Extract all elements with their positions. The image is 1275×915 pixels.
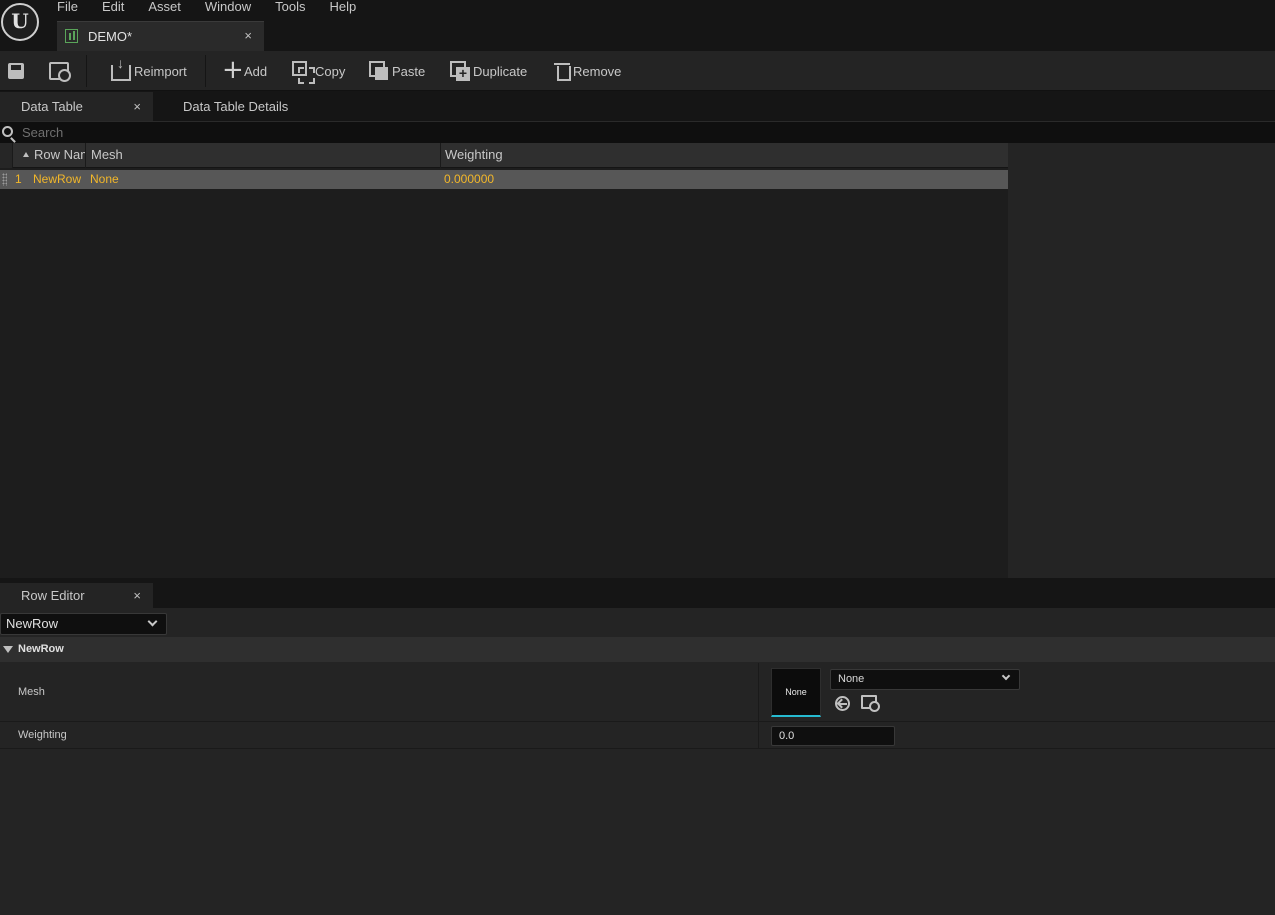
weighting-cell: 0.000000 bbox=[444, 172, 495, 186]
column-header-row-name[interactable]: Row Name bbox=[13, 143, 86, 168]
search-input[interactable] bbox=[22, 123, 1222, 142]
add-label: Add bbox=[244, 63, 268, 79]
chevron-down-icon bbox=[147, 616, 158, 627]
tab-data-table-label: Data Table bbox=[21, 99, 83, 114]
drag-handle-icon[interactable] bbox=[2, 173, 7, 186]
mesh-asset-value: None bbox=[838, 673, 865, 685]
category-title: NewRow bbox=[18, 643, 64, 655]
expand-arrow-icon[interactable] bbox=[3, 646, 13, 653]
document-tab[interactable]: DEMO* × bbox=[57, 21, 264, 51]
toolbar-separator bbox=[86, 55, 87, 87]
duplicate-label: Duplicate bbox=[473, 63, 528, 79]
mesh-asset-picker[interactable]: None bbox=[830, 669, 1020, 690]
table-header: Row Name Mesh Weighting bbox=[0, 143, 1008, 168]
menu-asset[interactable]: Asset bbox=[148, 0, 181, 16]
paste-button[interactable]: Paste bbox=[369, 51, 425, 91]
property-label-weighting: Weighting bbox=[18, 729, 67, 741]
property-row-mesh: Mesh None None bbox=[0, 663, 1275, 722]
row-select-value: NewRow bbox=[6, 616, 59, 631]
row-index: 1 bbox=[15, 172, 22, 186]
row-editor-panel: NewRow NewRow Mesh None None Weighting bbox=[0, 608, 1275, 915]
menu-help[interactable]: Help bbox=[329, 0, 356, 16]
property-divider[interactable] bbox=[758, 663, 759, 721]
copy-icon bbox=[292, 61, 315, 84]
close-icon[interactable]: × bbox=[133, 583, 141, 608]
title-bar: U File Edit Asset Window Tools Help DEMO… bbox=[0, 0, 1275, 51]
panel-tab-strip: Data Table × Data Table Details bbox=[0, 92, 1275, 121]
reimport-label: Reimport bbox=[134, 63, 187, 79]
tab-data-table[interactable]: Data Table × bbox=[0, 92, 153, 121]
menu-edit[interactable]: Edit bbox=[102, 0, 124, 16]
reimport-icon bbox=[111, 55, 131, 81]
chevron-down-icon bbox=[1001, 671, 1011, 681]
column-header-weighting[interactable]: Weighting bbox=[441, 143, 1008, 168]
column-header-label: Row Name bbox=[34, 147, 85, 162]
close-icon[interactable]: × bbox=[133, 92, 141, 121]
property-label-mesh: Mesh bbox=[18, 686, 45, 698]
toolbar: Reimport Add Copy Paste Duplicate Remove bbox=[0, 51, 1275, 91]
property-divider[interactable] bbox=[758, 722, 759, 748]
tab-row-editor[interactable]: Row Editor × bbox=[0, 583, 153, 608]
datatable-icon bbox=[65, 29, 78, 43]
paste-label: Paste bbox=[392, 63, 426, 79]
row-number-header bbox=[0, 143, 13, 168]
browse-icon bbox=[49, 62, 71, 82]
add-button[interactable]: Add bbox=[221, 51, 267, 91]
row-select-dropdown[interactable]: NewRow bbox=[0, 613, 167, 635]
row-name-cell: NewRow bbox=[33, 172, 82, 186]
tab-data-table-details-label: Data Table Details bbox=[183, 99, 289, 114]
menu-window[interactable]: Window bbox=[205, 0, 251, 16]
browse-icon[interactable] bbox=[861, 695, 880, 712]
remove-button[interactable]: Remove bbox=[554, 51, 621, 91]
trash-icon bbox=[554, 62, 571, 81]
copy-label: Copy bbox=[315, 63, 346, 79]
duplicate-icon bbox=[450, 61, 470, 81]
data-table: Row Name Mesh Weighting 1 NewRow None 0.… bbox=[0, 143, 1008, 578]
tab-row-editor-label: Row Editor bbox=[21, 588, 85, 603]
row-editor-tab-strip: Row Editor × bbox=[0, 583, 1275, 608]
toolbar-separator bbox=[205, 55, 206, 87]
column-header-mesh[interactable]: Mesh bbox=[86, 143, 441, 168]
sort-ascending-icon bbox=[23, 152, 29, 157]
duplicate-button[interactable]: Duplicate bbox=[450, 51, 527, 91]
use-selected-icon[interactable] bbox=[835, 696, 850, 711]
property-row-weighting: Weighting bbox=[0, 722, 1275, 749]
category-header[interactable]: NewRow bbox=[0, 637, 1275, 662]
mesh-thumbnail[interactable]: None bbox=[771, 668, 821, 717]
unreal-logo-icon[interactable]: U bbox=[1, 3, 39, 41]
paste-icon bbox=[369, 61, 389, 81]
column-header-label: Weighting bbox=[445, 147, 503, 162]
menu-bar: File Edit Asset Window Tools Help bbox=[57, 0, 380, 16]
save-icon bbox=[8, 63, 24, 79]
remove-label: Remove bbox=[573, 63, 622, 79]
mesh-thumbnail-label: None bbox=[785, 687, 807, 697]
close-icon[interactable]: × bbox=[244, 28, 252, 43]
mesh-cell: None bbox=[90, 172, 119, 186]
browse-to-asset-button[interactable] bbox=[49, 51, 72, 91]
weighting-input[interactable] bbox=[771, 726, 895, 746]
table-row[interactable]: 1 NewRow None 0.000000 bbox=[0, 170, 1008, 189]
document-tab-title: DEMO* bbox=[88, 29, 133, 44]
table-empty-area bbox=[1008, 143, 1275, 578]
copy-button[interactable]: Copy bbox=[292, 51, 345, 91]
save-button[interactable] bbox=[8, 51, 27, 91]
plus-icon bbox=[221, 55, 244, 85]
reimport-button[interactable]: Reimport bbox=[111, 51, 187, 91]
column-header-label: Mesh bbox=[91, 147, 123, 162]
search-bar bbox=[0, 121, 1275, 143]
menu-file[interactable]: File bbox=[57, 0, 78, 16]
search-icon bbox=[2, 126, 13, 137]
tab-data-table-details[interactable]: Data Table Details bbox=[183, 92, 323, 121]
menu-tools[interactable]: Tools bbox=[275, 0, 305, 16]
